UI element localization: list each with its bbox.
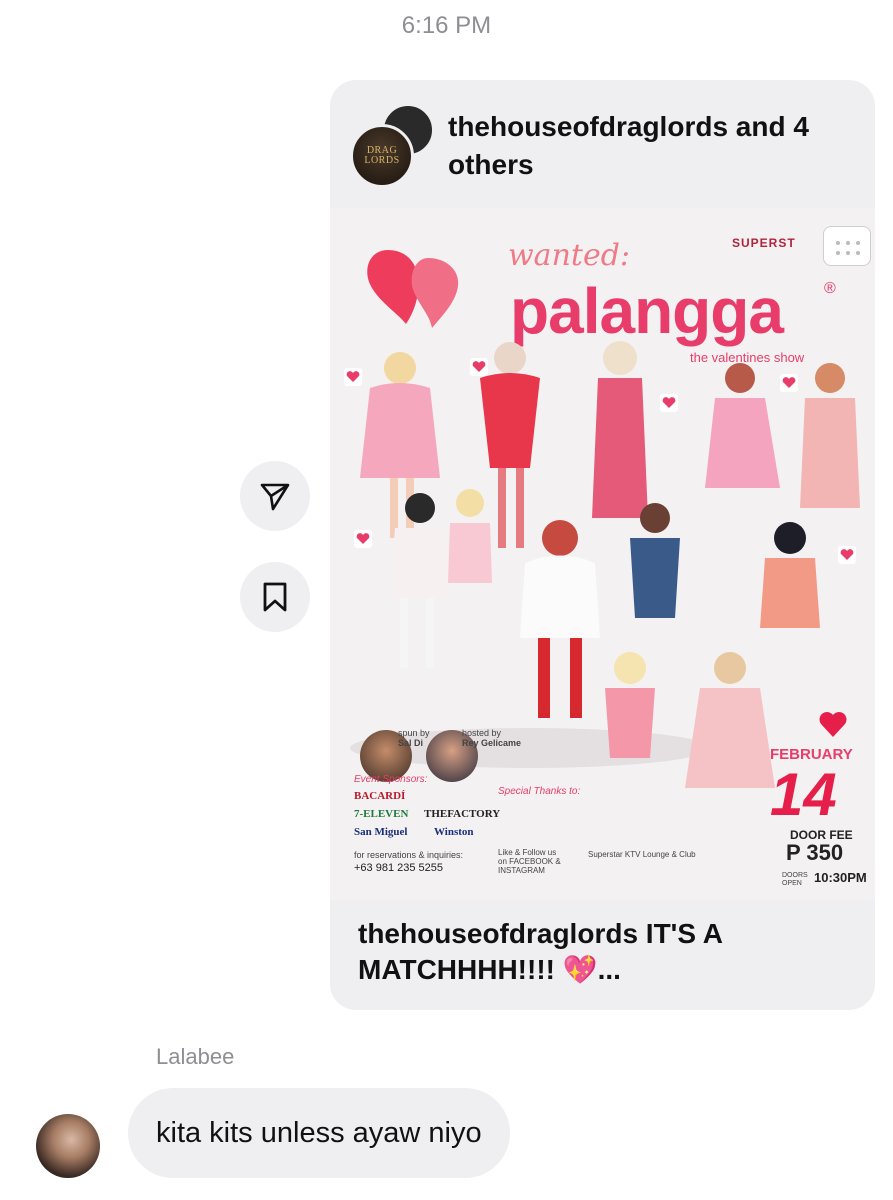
sender-name: Lalabee bbox=[156, 1044, 235, 1069]
spun-by-name: Sal Di bbox=[398, 738, 424, 748]
venue-logo: SUPERST bbox=[732, 236, 796, 250]
bookmark-icon bbox=[263, 582, 287, 612]
event-day: 14 bbox=[770, 761, 837, 828]
hosted-by-label: hosted by bbox=[462, 728, 502, 738]
registered-mark: ® bbox=[824, 280, 836, 297]
doors-open-label: DOORS OPEN bbox=[782, 872, 808, 887]
message-text: kita kits unless ayaw niyo bbox=[156, 1116, 482, 1149]
door-fee-price: P 350 bbox=[786, 840, 844, 865]
heart-sign-icon bbox=[354, 530, 372, 548]
reservations-label: for reservations & inquiries: bbox=[354, 850, 464, 860]
follow-us-text: Like & Follow us on FACEBOOK & INSTAGRAM bbox=[498, 848, 561, 875]
heart-sign-icon bbox=[344, 368, 362, 386]
post-caption[interactable]: thehouseofdraglords IT'S A MATCHHHH!!!! … bbox=[358, 916, 848, 988]
post-image[interactable]: wanted: palangga ® the valentines show S… bbox=[330, 208, 875, 900]
paper-plane-icon bbox=[260, 483, 290, 511]
heart-sign-icon bbox=[780, 374, 798, 392]
poster-wanted-text: wanted: bbox=[508, 238, 631, 273]
sponsor-winston: Winston bbox=[434, 826, 474, 838]
doors-open-time: 10:30PM bbox=[814, 870, 867, 885]
message-bubble[interactable]: kita kits unless ayaw niyo bbox=[128, 1088, 510, 1178]
heart-sign-icon bbox=[838, 546, 856, 564]
heart-sign-icon bbox=[470, 358, 488, 376]
calendar-icon[interactable] bbox=[823, 226, 871, 266]
event-sponsors-label: Event Sponsors: bbox=[354, 774, 428, 785]
hosted-by-name: Rey Gelicame bbox=[462, 738, 522, 748]
author-avatar: DRAG LORDS bbox=[350, 124, 414, 188]
message-timestamp: 6:16 PM bbox=[401, 12, 492, 39]
sponsor-7eleven: 7-ELEVEN bbox=[354, 808, 409, 820]
club-name: Superstar KTV Lounge & Club bbox=[588, 850, 696, 859]
spun-by-label: spun by bbox=[398, 728, 430, 738]
heart-sign-icon bbox=[660, 394, 678, 412]
special-thanks-label: Special Thanks to: bbox=[498, 786, 581, 797]
save-button[interactable] bbox=[240, 562, 310, 632]
sponsor-san-miguel: San Miguel bbox=[354, 826, 408, 838]
post-author-line[interactable]: thehouseofdraglords and 4 others bbox=[448, 108, 858, 184]
author-avatar-stack[interactable]: DRAG LORDS bbox=[350, 104, 434, 188]
sender-avatar[interactable] bbox=[36, 1114, 100, 1178]
heart-icon bbox=[819, 712, 847, 737]
sponsor-bacardi: BACARDÍ bbox=[354, 790, 406, 802]
avatar-text-2: LORDS bbox=[364, 155, 400, 166]
share-button[interactable] bbox=[240, 461, 310, 531]
sponsor-thefactory: THEFACTORY bbox=[424, 808, 501, 820]
post-header[interactable]: DRAG LORDS thehouseofdraglords and 4 oth… bbox=[330, 80, 875, 208]
reservations-phone: +63 981 235 5255 bbox=[354, 862, 444, 874]
shared-post-card[interactable]: DRAG LORDS thehouseofdraglords and 4 oth… bbox=[330, 80, 875, 1010]
